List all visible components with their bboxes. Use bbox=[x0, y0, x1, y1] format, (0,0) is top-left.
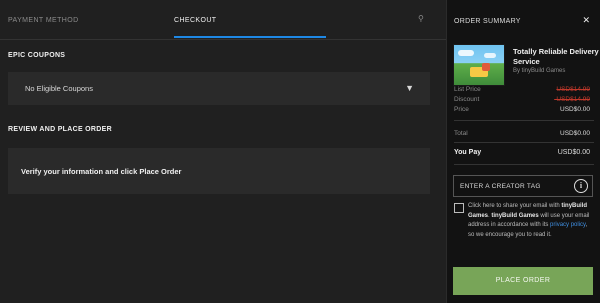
game-publisher: By tinyBuild Games bbox=[513, 68, 566, 74]
coupon-dropdown[interactable]: No Eligible Coupons ▼ bbox=[8, 72, 430, 105]
active-tab-indicator bbox=[174, 36, 326, 38]
you-pay-label: You Pay bbox=[454, 149, 482, 156]
list-price-value: USD$14.99 bbox=[556, 86, 590, 93]
price-row: Price USD$0.00 bbox=[454, 106, 590, 113]
share-text-part: Click here to share your email with bbox=[468, 203, 562, 209]
discount-value: -USD$14.99 bbox=[554, 96, 590, 103]
price-label: Price bbox=[454, 106, 469, 113]
publisher-name: tinyBuild Games bbox=[491, 212, 539, 219]
chevron-down-icon: ▼ bbox=[405, 83, 414, 93]
game-title: Totally Reliable Delivery Service bbox=[513, 47, 599, 66]
total-row: Total USD$0.00 bbox=[454, 130, 590, 137]
checkout-tabs: PAYMENT METHOD CHECKOUT ⚲ bbox=[0, 0, 446, 40]
pin-icon[interactable]: ⚲ bbox=[418, 14, 424, 23]
epic-coupons-heading: EPIC COUPONS bbox=[8, 52, 66, 59]
creator-tag-field[interactable]: i bbox=[453, 175, 593, 197]
total-value: USD$0.00 bbox=[560, 130, 590, 137]
coupon-dropdown-value: No Eligible Coupons bbox=[25, 84, 93, 93]
you-pay-value: USD$0.00 bbox=[557, 149, 590, 156]
price-value: USD$0.00 bbox=[560, 106, 590, 113]
share-email-text: Click here to share your email with tiny… bbox=[468, 202, 594, 240]
discount-row: Discount -USD$14.99 bbox=[454, 96, 590, 103]
place-order-button[interactable]: PLACE ORDER bbox=[453, 267, 593, 295]
divider bbox=[454, 120, 594, 121]
review-message-box: Verify your information and click Place … bbox=[8, 148, 430, 194]
checkout-panel: PAYMENT METHOD CHECKOUT ⚲ EPIC COUPONS N… bbox=[0, 0, 446, 303]
thumbnail-cloud bbox=[458, 50, 474, 56]
verify-message: Verify your information and click Place … bbox=[21, 167, 182, 176]
order-summary-title: ORDER SUMMARY bbox=[454, 18, 521, 25]
game-thumbnail bbox=[453, 44, 505, 86]
you-pay-row: You Pay USD$0.00 bbox=[454, 149, 590, 156]
close-icon[interactable]: ✕ bbox=[582, 15, 590, 26]
divider bbox=[454, 164, 594, 165]
list-price-label: List Price bbox=[454, 86, 481, 93]
thumbnail-truck-cab bbox=[482, 63, 490, 71]
total-label: Total bbox=[454, 130, 468, 137]
discount-label: Discount bbox=[454, 96, 480, 103]
privacy-policy-link[interactable]: privacy policy bbox=[550, 222, 586, 228]
list-price-row: List Price USD$14.99 bbox=[454, 86, 590, 93]
thumbnail-cloud bbox=[484, 53, 496, 58]
tab-payment-method[interactable]: PAYMENT METHOD bbox=[8, 17, 79, 24]
info-icon[interactable]: i bbox=[574, 179, 588, 193]
order-summary-panel: ORDER SUMMARY ✕ Totally Reliable Deliver… bbox=[446, 0, 600, 303]
tab-checkout[interactable]: CHECKOUT bbox=[174, 17, 216, 24]
review-heading: REVIEW AND PLACE ORDER bbox=[8, 126, 112, 133]
divider bbox=[454, 142, 594, 143]
creator-tag-input[interactable] bbox=[460, 180, 570, 192]
share-email-checkbox[interactable] bbox=[454, 203, 464, 213]
